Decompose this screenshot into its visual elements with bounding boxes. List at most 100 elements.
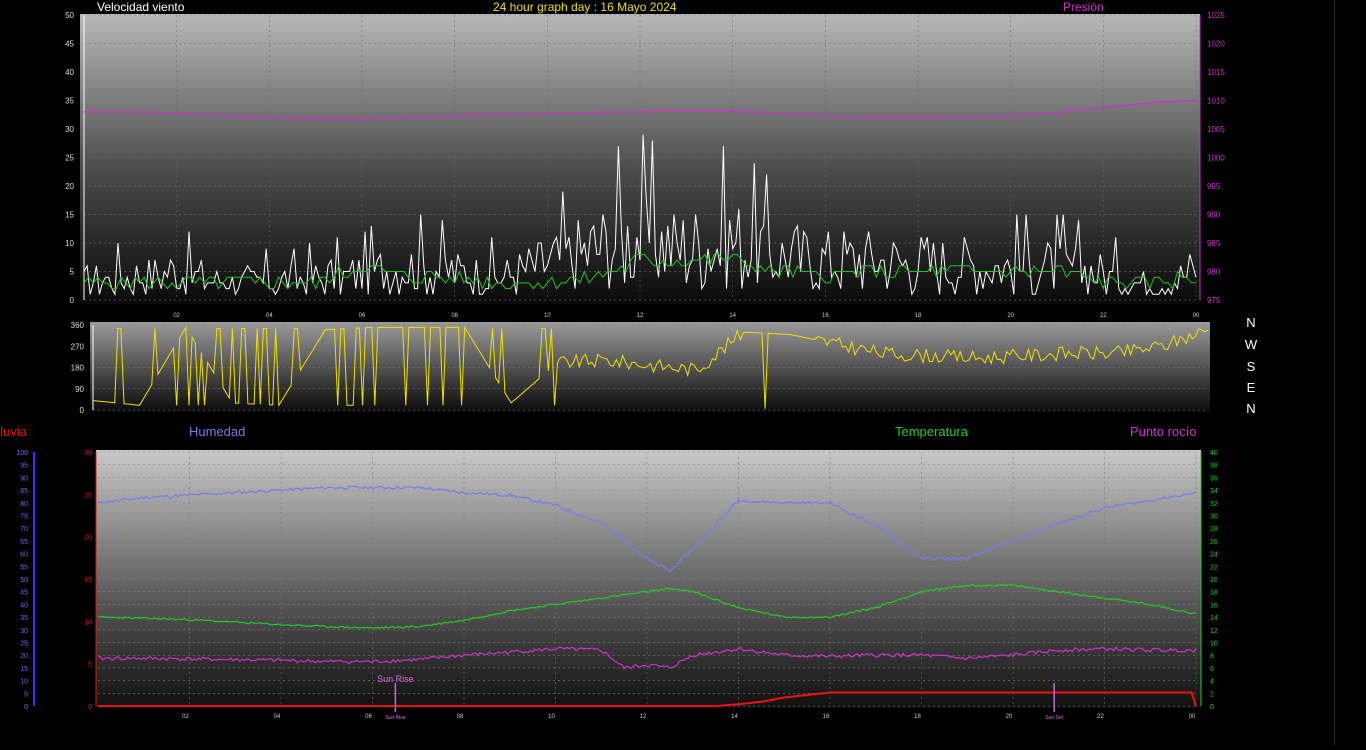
climate-x-tick: 20 — [1006, 714, 1013, 720]
wind-x-tick: 06 — [359, 313, 366, 319]
pressure-y-tick: 1005 — [1207, 125, 1225, 134]
temperature-y-tick: 14 — [1210, 615, 1218, 622]
wind-x-tick: 18 — [915, 313, 922, 319]
rain-y-tick: 10 — [84, 619, 92, 626]
wind-y-tick: 40 — [65, 68, 74, 77]
dewpoint-title: Punto rocío — [1130, 424, 1197, 439]
climate-x-tick: 08 — [457, 714, 464, 720]
pressure-y-tick: 985 — [1207, 239, 1221, 248]
climate-x-tick: 06 — [365, 714, 372, 720]
direction-y-tick: 360 — [71, 321, 85, 330]
climate-x-tick: 04 — [274, 714, 281, 720]
wind-y-tick: 35 — [65, 97, 74, 106]
humidity-y-tick: 85 — [20, 488, 28, 495]
sunrise-axis-label: Sun Rise — [385, 715, 406, 721]
climate-x-tick: 10 — [548, 714, 555, 720]
humidity-y-tick: 95 — [20, 463, 28, 470]
temperature-y-tick: 32 — [1210, 501, 1218, 508]
temperature-y-tick: 36 — [1210, 475, 1218, 482]
temperature-y-tick: 2 — [1210, 691, 1214, 698]
compass-south: S — [1246, 359, 1256, 374]
wind-x-tick: 22 — [1100, 313, 1107, 319]
temperature-y-tick: 0 — [1210, 704, 1214, 711]
direction-y-tick: 0 — [80, 406, 85, 415]
humidity-y-tick: 5 — [24, 691, 28, 698]
temperature-y-tick: 18 — [1210, 590, 1218, 597]
rain-y-tick: 5 — [88, 662, 92, 669]
humidity-y-tick: 40 — [20, 602, 28, 609]
pressure-y-tick: 980 — [1207, 268, 1221, 277]
weather-charts-svg: 0510152025303540455097598098599099510001… — [16, 11, 1225, 721]
pressure-y-tick: 1020 — [1207, 40, 1225, 49]
climate-x-tick: 00 — [1189, 714, 1196, 720]
temperature-y-tick: 26 — [1210, 539, 1218, 546]
climate-x-tick: 22 — [1097, 714, 1104, 720]
right-frame-edge — [1334, 0, 1335, 745]
rain-y-tick: 25 — [84, 492, 92, 499]
humidity-title: Humedad — [189, 424, 246, 439]
wind-y-tick: 20 — [65, 182, 74, 191]
humidity-y-tick: 25 — [20, 641, 28, 648]
compass-north-bottom: N — [1246, 401, 1256, 416]
pressure-y-tick: 975 — [1207, 296, 1221, 305]
pressure-y-tick: 1015 — [1207, 68, 1225, 77]
direction-y-tick: 90 — [75, 385, 84, 394]
temperature-y-tick: 28 — [1210, 526, 1218, 533]
wind-x-tick: 10 — [544, 313, 551, 319]
wind-y-tick: 45 — [65, 40, 74, 49]
wind-y-tick: 5 — [70, 268, 75, 277]
wind-y-tick: 50 — [65, 11, 74, 20]
climate-x-tick: 12 — [640, 714, 647, 720]
temperature-y-tick: 20 — [1210, 577, 1218, 584]
humidity-y-tick: 70 — [20, 526, 28, 533]
wind-x-tick: 16 — [822, 313, 829, 319]
pressure-y-tick: 995 — [1207, 182, 1221, 191]
temperature-y-tick: 4 — [1210, 679, 1214, 686]
temperature-y-tick: 30 — [1210, 514, 1218, 521]
sunrise-label: Sun Rise — [377, 674, 414, 684]
sunset-axis-label: Sun Set — [1045, 715, 1063, 721]
pressure-y-tick: 1025 — [1207, 11, 1225, 20]
humidity-y-tick: 55 — [20, 564, 28, 571]
wind-x-tick: 14 — [729, 313, 736, 319]
rain-y-tick: 0 — [88, 704, 92, 711]
direction-y-tick: 180 — [71, 364, 85, 373]
temperature-y-tick: 24 — [1210, 552, 1218, 559]
temperature-y-tick: 22 — [1210, 564, 1218, 571]
temperature-y-tick: 16 — [1210, 602, 1218, 609]
wind-x-tick: 00 — [1193, 313, 1200, 319]
temperature-y-tick: 6 — [1210, 666, 1214, 673]
wind-x-tick: 12 — [637, 313, 644, 319]
humidity-y-tick: 45 — [20, 590, 28, 597]
humidity-y-tick: 0 — [24, 704, 28, 711]
humidity-y-tick: 10 — [20, 679, 28, 686]
wind-speed-title: Velocidad viento — [97, 0, 185, 14]
temperature-title: Temperatura — [895, 424, 968, 439]
temperature-y-tick: 10 — [1210, 641, 1218, 648]
pressure-y-tick: 1000 — [1207, 154, 1225, 163]
humidity-y-tick: 15 — [20, 666, 28, 673]
wind-x-tick: 02 — [173, 313, 180, 319]
compass-east: E — [1246, 380, 1256, 395]
wind-y-tick: 30 — [65, 125, 74, 134]
rain-y-tick: 15 — [84, 577, 92, 584]
temperature-y-tick: 8 — [1210, 653, 1214, 660]
rain-title: Lluvia — [0, 424, 27, 439]
wind-y-tick: 0 — [70, 296, 75, 305]
humidity-y-tick: 20 — [20, 653, 28, 660]
rain-y-tick: 20 — [84, 535, 92, 542]
humidity-y-tick: 50 — [20, 577, 28, 584]
climate-x-tick: 02 — [182, 714, 189, 720]
humidity-y-tick: 75 — [20, 514, 28, 521]
graph-date-title: 24 hour graph day : 16 Mayo 2024 — [493, 0, 677, 14]
pressure-y-tick: 1010 — [1207, 97, 1225, 106]
humidity-y-tick: 30 — [20, 628, 28, 635]
compass-west: W — [1244, 337, 1258, 352]
temperature-y-tick: 34 — [1210, 488, 1218, 495]
wind-x-tick: 04 — [266, 313, 273, 319]
weather-graph-canvas: 0 5 10 15 20 25 30 35 40 45 50 975 980 985 990 995 1000 1… — [0, 0, 1366, 745]
wind-y-tick: 25 — [65, 154, 74, 163]
compass-north-top: N — [1246, 315, 1256, 330]
humidity-y-tick: 35 — [20, 615, 28, 622]
humidity-y-tick: 80 — [20, 501, 28, 508]
